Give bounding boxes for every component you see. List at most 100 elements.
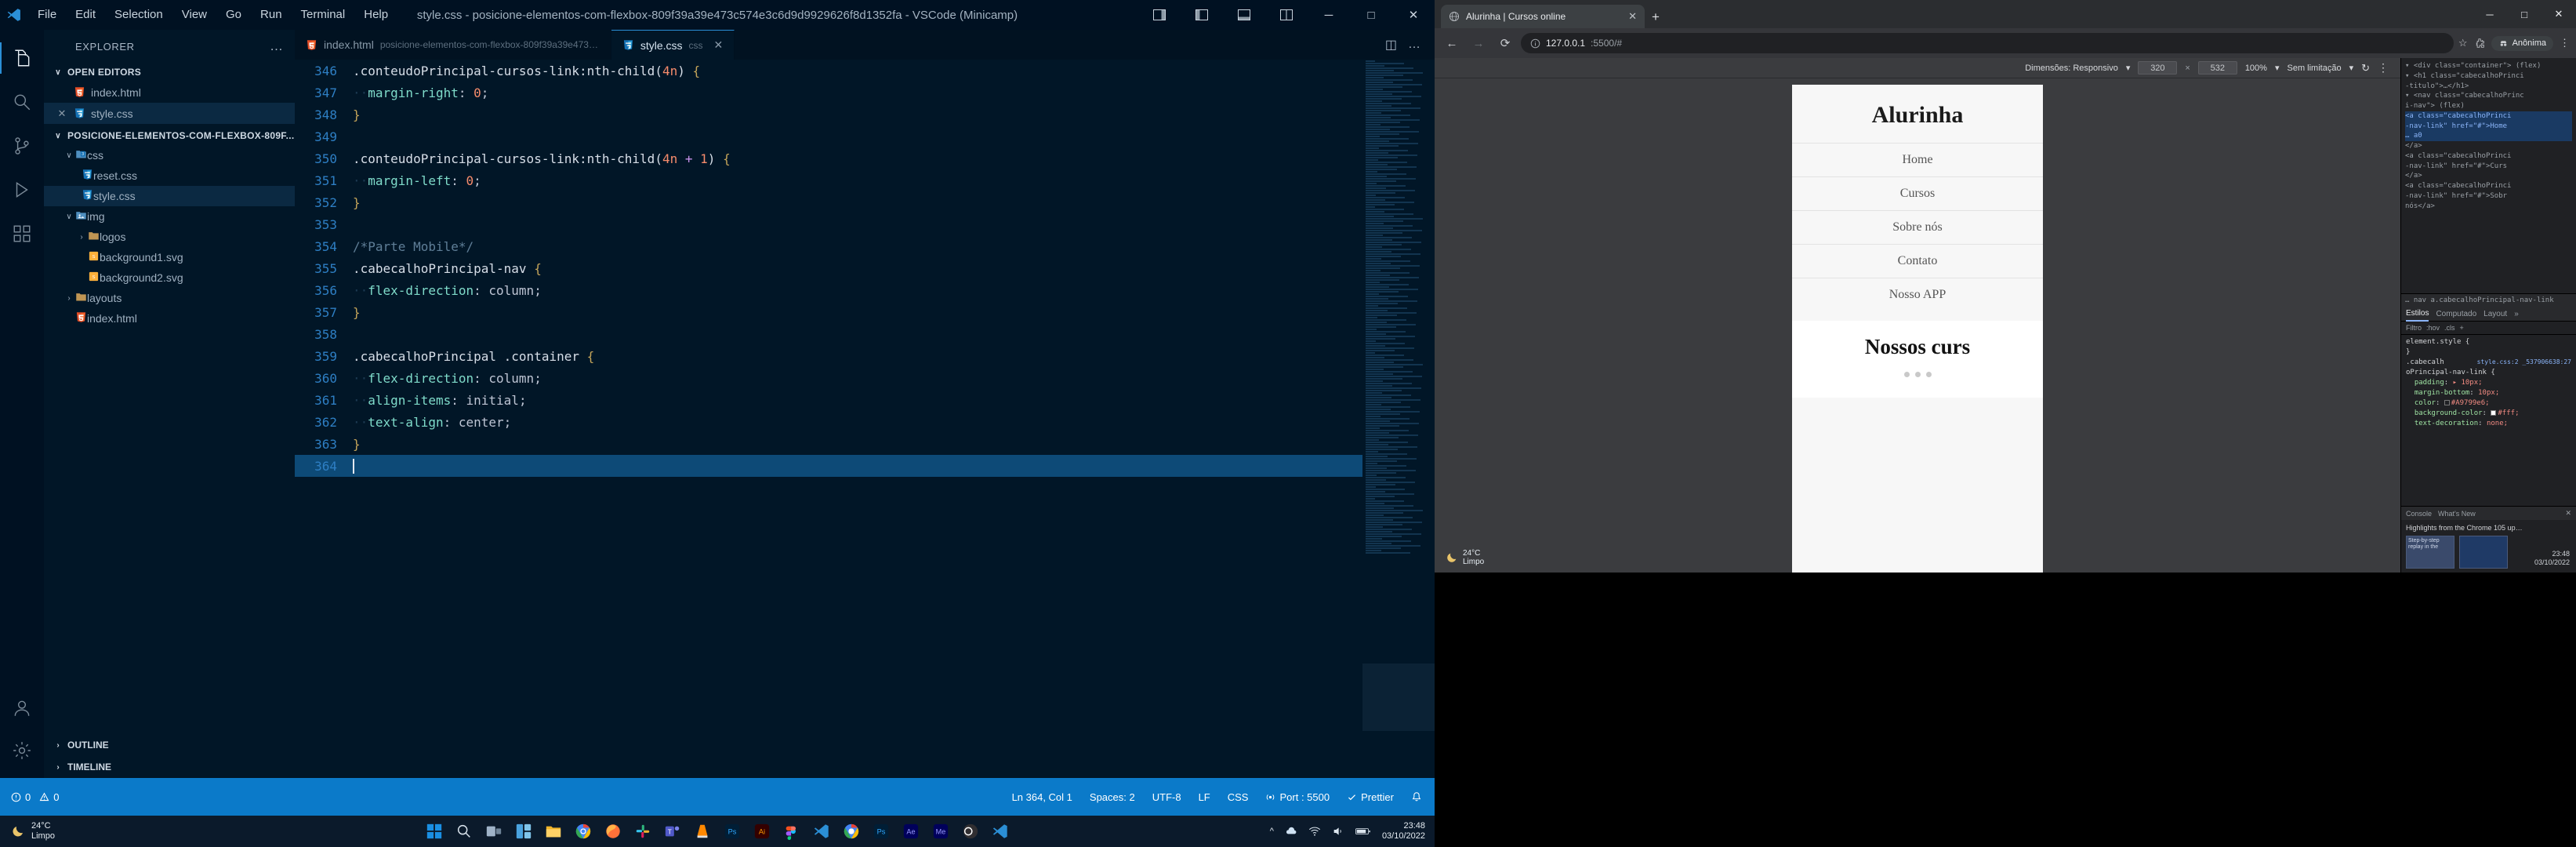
code-line-354[interactable]: 354 /*Parte Mobile*/ [295,235,1435,257]
filter-hov[interactable]: :hov [2426,324,2440,332]
me-icon[interactable]: Me [931,822,950,841]
onedrive-icon[interactable] [1285,825,1297,838]
tree-folder-css[interactable]: ∨ 3 css [44,145,295,165]
minimap[interactable] [1362,60,1435,778]
obs-icon[interactable] [961,822,980,841]
vlc-icon[interactable] [693,822,712,841]
tree-folder-layouts[interactable]: › layouts [44,288,295,308]
close-icon[interactable]: ✕ [2565,509,2571,518]
ae-icon[interactable]: Ae [902,822,920,841]
devtools-style-tabs[interactable]: Estilos Computado Layout » [2401,307,2576,322]
tab-estilos[interactable]: Estilos [2406,307,2429,322]
tab-whats-new[interactable]: What's New [2438,510,2476,518]
menu-edit[interactable]: Edit [66,0,105,30]
activity-extensions-icon[interactable] [0,212,44,256]
vscode-menubar[interactable]: File Edit Selection View Go Run Terminal… [28,0,397,30]
chevron-down-icon-zoom[interactable]: ▾ [2275,63,2280,73]
style-rule-selector-cont[interactable]: oPrincipal-nav-link { [2406,368,2571,378]
file-explorer-icon[interactable] [544,822,563,841]
editor-tab-style-css[interactable]: style.css css ✕ [611,30,735,60]
device-toolbar[interactable]: Dimensões: Responsivo ▾ 320 × 532 100% ▾… [1435,58,2400,78]
project-section-header[interactable]: ∨ POSICIONE-ELEMENTOS-COM-FLEXBOX-809F..… [44,126,295,145]
line-content[interactable]: } [353,305,361,320]
explorer-kebab-icon[interactable]: … [270,38,284,54]
vscode-icon-2[interactable] [991,822,1010,841]
close-icon[interactable]: ✕ [1628,10,1637,23]
tab-overflow-icon[interactable]: » [2514,310,2519,318]
line-content[interactable]: } [353,195,361,210]
window-minimize-button[interactable]: ─ [2473,0,2507,28]
menu-file[interactable]: File [28,0,66,30]
dom-node-line[interactable]: i-nav"> (flex) [2405,101,2572,111]
style-rule-close[interactable]: } [2406,347,2571,358]
activity-accounts-icon[interactable] [0,690,44,734]
whats-new-card-1[interactable]: Step-by-step replay in the [2406,536,2454,569]
tab-console[interactable]: Console [2406,510,2432,518]
taskbar-clock[interactable]: 23:48 03/10/2022 [1382,821,1425,842]
line-content[interactable]: ··align-items: initial; [353,393,527,408]
code-line-355[interactable]: 355 .cabecalhoPrincipal-nav { [295,257,1435,279]
code-lines[interactable]: 346 .conteudoPrincipal-cursos-link:nth-ch… [295,60,1435,477]
puzzle-icon[interactable] [2474,38,2485,49]
dom-node-line[interactable]: … a0 [2405,131,2572,142]
status-encoding[interactable]: UTF-8 [1152,791,1181,803]
style-declaration[interactable]: margin-bottom: 10px; [2406,388,2571,398]
volume-icon[interactable] [1332,825,1344,838]
status-eol[interactable]: LF [1199,791,1210,803]
devtools-filter-row[interactable]: Filtro :hov .cls + [2401,322,2576,335]
line-content[interactable]: } [353,107,361,122]
style-rule-selector[interactable]: element.style { [2406,337,2571,347]
status-cursor-position[interactable]: Ln 364, Col 1 [1012,791,1072,803]
dom-node-line[interactable]: -nav-link" href="#">Home [2405,121,2572,132]
dom-node-line[interactable]: -nav-link" href="#">Sobr [2405,191,2572,202]
code-line-361[interactable]: 361 ··align-items: initial; [295,389,1435,411]
menu-go[interactable]: Go [216,0,251,30]
code-line-359[interactable]: 359 .cabecalhoPrincipal .container { [295,345,1435,367]
timeline-section-header[interactable]: › TIMELINE [44,756,295,778]
search-icon[interactable] [455,822,473,841]
widgets-icon[interactable] [514,822,533,841]
code-line-357[interactable]: 357} [295,301,1435,323]
dom-node-line[interactable]: </a> [2405,171,2572,181]
dom-node-line[interactable]: -nav-link" href="#">Curs [2405,162,2572,172]
devtools-elements-tree[interactable]: ▾ <div class="container"> (flex) ▾ <h1 c… [2401,58,2576,293]
devtools-breadcrumb[interactable]: … nav a.cabecalhoPrincipal-nav-link [2401,293,2576,307]
window-close-button[interactable]: ✕ [2542,0,2576,28]
tree-file-reset-css[interactable]: reset.css [44,165,295,186]
tree-file-background2-svg[interactable]: S background2.svg [44,267,295,288]
nav-link-nosso-app[interactable]: Nosso APP [1792,278,2043,311]
style-declaration[interactable]: text-decoration: none; [2406,419,2571,429]
open-editors-section-header[interactable]: ∨ OPEN EDITORS [44,63,295,82]
window-maximize-button[interactable]: □ [1350,0,1392,30]
device-height-input[interactable]: 532 [2197,61,2237,75]
outline-section-header[interactable]: › OUTLINE [44,734,295,756]
device-dimensions-label[interactable]: Dimensões: Responsivo [2025,64,2118,73]
dom-node-line[interactable]: <a class="cabecalhoPrinci [2405,181,2572,191]
dom-node-line[interactable]: ▾ <div class="container"> (flex) [2405,61,2572,71]
code-line-351[interactable]: 351 ··margin-left: 0; [295,169,1435,191]
code-line-362[interactable]: 362 ··text-align: center; [295,411,1435,433]
chrome-toolbar[interactable]: ← → ⟳ 127.0.0.1:5500/# ☆ Anônima ⋮ [1435,28,2576,58]
status-notifications-bell[interactable] [1411,791,1422,802]
devtools-styles-pane[interactable]: element.style {} .cabecalh style.css:2 _53… [2401,335,2576,506]
chrome-tab-strip[interactable]: Alurinha | Cursos online ✕ + ─ □ ✕ [1435,0,2576,28]
line-content[interactable]: .conteudoPrincipal-cursos-link:nth-child… [353,151,731,166]
split-editor-icon[interactable]: ◫ [1385,37,1397,53]
line-content[interactable]: } [353,437,361,452]
menu-selection[interactable]: Selection [105,0,172,30]
device-kebab-icon[interactable]: ⋮ [2378,61,2389,75]
address-bar[interactable]: 127.0.0.1:5500/# [1521,33,2454,53]
kebab-menu-icon[interactable]: ⋮ [2560,37,2570,49]
activity-settings-gear-icon[interactable] [0,734,44,778]
rendered-page[interactable]: Alurinha Home Cursos Sobre nós Contato Nosso… [1792,85,2043,573]
nav-link-home[interactable]: Home [1792,143,2043,176]
activity-explorer-icon[interactable] [0,36,44,80]
code-line-364[interactable]: 364 [295,455,1435,477]
carousel-dot[interactable] [1914,372,1921,377]
open-editor-index-html[interactable]: index.html [44,82,295,103]
line-content[interactable]: ··flex-direction: column; [353,283,542,298]
vscode-window-controls[interactable]: ─ □ ✕ [1138,0,1435,30]
device-throttling-label[interactable]: Sem limitação [2287,64,2341,73]
layout-grid-icon[interactable] [1265,0,1308,30]
carousel-dots[interactable] [1792,372,2043,377]
